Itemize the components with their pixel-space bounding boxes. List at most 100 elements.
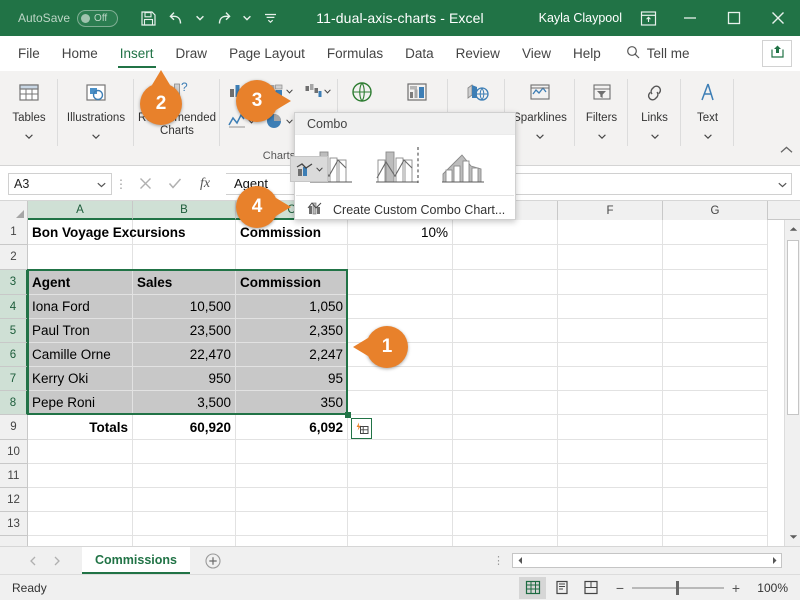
clustered-column-line-secondary-axis-icon[interactable] (371, 141, 427, 191)
vertical-scroll-thumb[interactable] (787, 240, 799, 415)
cell-D13[interactable] (348, 512, 453, 536)
column-header-F[interactable]: F (558, 201, 663, 220)
cell-C8[interactable]: 350 (236, 391, 348, 415)
row-header-7[interactable]: 7 (0, 367, 28, 391)
zoom-slider[interactable] (632, 580, 724, 595)
tab-review[interactable]: Review (445, 36, 511, 71)
insert-function-icon[interactable]: fx (190, 172, 220, 196)
cell-F2[interactable] (558, 245, 663, 270)
row-header-4[interactable]: 4 (0, 295, 28, 319)
share-button[interactable] (762, 40, 792, 67)
cell-E3[interactable] (453, 270, 558, 295)
cell-B5[interactable]: 23,500 (133, 319, 236, 343)
minimize-icon[interactable] (668, 0, 712, 36)
row-header-6[interactable]: 6 (0, 343, 28, 367)
column-header-A[interactable]: A (28, 201, 133, 220)
cell-C5[interactable]: 2,350 (236, 319, 348, 343)
cell-D8[interactable] (348, 391, 453, 415)
chevron-down-icon[interactable] (25, 126, 33, 144)
page-break-preview-icon[interactable] (577, 577, 604, 599)
cell-F4[interactable] (558, 295, 663, 319)
zoom-slider-handle[interactable] (676, 580, 679, 595)
cell-B7[interactable]: 950 (133, 367, 236, 391)
cell-A5[interactable]: Paul Tron (28, 319, 133, 343)
cell-E5[interactable] (453, 319, 558, 343)
create-custom-combo-chart-menu-item[interactable]: Create Custom Combo Chart... (295, 196, 515, 224)
column-header-G[interactable]: G (663, 201, 768, 220)
normal-view-icon[interactable] (519, 576, 546, 599)
insert-waterfall-chart-button[interactable] (298, 76, 336, 106)
cell-G11[interactable] (663, 464, 768, 488)
row-header-10[interactable]: 10 (0, 440, 28, 464)
cell-A4[interactable]: Iona Ford (28, 295, 133, 319)
select-all-corner[interactable] (0, 201, 28, 220)
links-button[interactable]: Links (628, 71, 681, 144)
cell-B8[interactable]: 3,500 (133, 391, 236, 415)
cell-F8[interactable] (558, 391, 663, 415)
horizontal-scrollbar[interactable] (512, 553, 782, 568)
chevron-down-icon[interactable] (92, 126, 100, 144)
tab-data[interactable]: Data (394, 36, 445, 71)
collapse-ribbon-icon[interactable] (780, 141, 793, 159)
cell-A6[interactable]: Camille Orne (28, 343, 133, 367)
cell-A11[interactable] (28, 464, 133, 488)
enter-icon[interactable] (160, 172, 190, 196)
cell-E11[interactable] (453, 464, 558, 488)
cell-C2[interactable] (236, 245, 348, 270)
cell-B9[interactable]: 60,920 (133, 415, 236, 440)
tables-button[interactable]: Tables (0, 71, 58, 144)
cell-E7[interactable] (453, 367, 558, 391)
cell-C7[interactable]: 95 (236, 367, 348, 391)
cell-G2[interactable] (663, 245, 768, 270)
cell-E10[interactable] (453, 440, 558, 464)
row-header-3[interactable]: 3 (0, 270, 28, 295)
next-sheet-icon[interactable] (46, 550, 68, 572)
cell-C13[interactable] (236, 512, 348, 536)
zoom-in-button[interactable]: + (730, 580, 742, 596)
scroll-up-icon[interactable] (785, 220, 800, 238)
scroll-down-icon[interactable] (785, 528, 800, 546)
cell-G9[interactable] (663, 415, 768, 440)
cell-F11[interactable] (558, 464, 663, 488)
cancel-icon[interactable] (130, 172, 160, 196)
cell-G7[interactable] (663, 367, 768, 391)
tab-page-layout[interactable]: Page Layout (218, 36, 316, 71)
expand-formula-bar-icon[interactable] (778, 176, 787, 191)
chevron-down-icon[interactable] (536, 126, 544, 144)
quick-analysis-icon[interactable] (351, 418, 372, 439)
cell-A2[interactable] (28, 245, 133, 270)
chevron-down-icon[interactable] (650, 126, 659, 144)
insert-combo-chart-button[interactable] (290, 156, 328, 182)
cell-F1[interactable] (558, 220, 663, 245)
cell-F13[interactable] (558, 512, 663, 536)
cell-E12[interactable] (453, 488, 558, 512)
maximize-icon[interactable] (712, 0, 756, 36)
chevron-down-icon[interactable] (703, 126, 712, 144)
cell-B4[interactable]: 10,500 (133, 295, 236, 319)
user-account-name[interactable]: Kayla Claypool (539, 11, 622, 25)
cell-F12[interactable] (558, 488, 663, 512)
cell-A8[interactable]: Pepe Roni (28, 391, 133, 415)
tell-me-box[interactable]: Tell me (626, 45, 690, 62)
cell-C10[interactable] (236, 440, 348, 464)
cell-D7[interactable] (348, 367, 453, 391)
cell-B3[interactable]: Sales (133, 270, 236, 295)
tab-formulas[interactable]: Formulas (316, 36, 394, 71)
chevron-down-icon[interactable] (97, 177, 106, 191)
cell-B11[interactable] (133, 464, 236, 488)
cell-G1[interactable] (663, 220, 768, 245)
filters-button[interactable]: Filters (575, 71, 628, 144)
zoom-level[interactable]: 100% (754, 581, 788, 595)
tab-help[interactable]: Help (562, 36, 612, 71)
cell-A3[interactable]: Agent (28, 270, 133, 295)
name-box[interactable]: A3 (8, 172, 112, 195)
cell-F3[interactable] (558, 270, 663, 295)
cell-F6[interactable] (558, 343, 663, 367)
cell-A13[interactable] (28, 512, 133, 536)
cell-E4[interactable] (453, 295, 558, 319)
row-header-5[interactable]: 5 (0, 319, 28, 343)
cell-G12[interactable] (663, 488, 768, 512)
row-header-12[interactable]: 12 (0, 488, 28, 512)
cell-B10[interactable] (133, 440, 236, 464)
row-header-8[interactable]: 8 (0, 391, 28, 415)
